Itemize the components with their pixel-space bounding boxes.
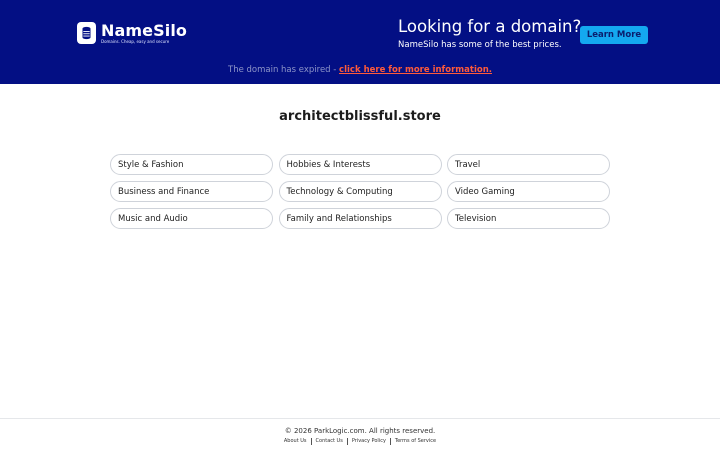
- privacy-policy-link[interactable]: Privacy Policy: [348, 438, 390, 445]
- learn-more-button[interactable]: Learn More: [580, 26, 648, 44]
- domain-name-title: architectblissful.store: [279, 109, 441, 124]
- expired-notice: The domain has expired - click here for …: [0, 64, 720, 76]
- category-grid: Style & Fashion Hobbies & Interests Trav…: [110, 154, 610, 229]
- category-link[interactable]: Technology & Computing: [278, 181, 442, 202]
- promo-subtext: NameSilo has some of the best prices.: [398, 40, 562, 50]
- logo-tagline: Domains. Cheap, easy and secure: [101, 39, 170, 44]
- category-link[interactable]: Hobbies & Interests: [278, 154, 442, 175]
- category-link[interactable]: Family and Relationships: [278, 208, 442, 229]
- expired-notice-text: The domain has expired -: [228, 65, 340, 75]
- more-information-link[interactable]: click here for more information.: [339, 65, 492, 75]
- category-link[interactable]: Business and Finance: [110, 181, 273, 202]
- category-link[interactable]: Television: [447, 208, 610, 229]
- promo-block: Looking for a domain? NameSilo has some …: [398, 16, 581, 51]
- header-banner: NameSilo Domains. Cheap, easy and secure…: [0, 0, 720, 84]
- footer-links: About Us Contact Us Privacy Policy Terms…: [0, 438, 720, 445]
- category-link[interactable]: Style & Fashion: [110, 154, 273, 175]
- category-link[interactable]: Travel: [447, 154, 610, 175]
- logo-badge-icon: [77, 22, 96, 44]
- copyright-text: © 2026 ParkLogic.com. All rights reserve…: [284, 427, 436, 435]
- terms-of-service-link[interactable]: Terms of Service: [391, 438, 440, 445]
- promo-heading: Looking for a domain?: [398, 17, 582, 36]
- contact-us-link[interactable]: Contact Us: [312, 438, 347, 445]
- category-link[interactable]: Video Gaming: [447, 181, 610, 202]
- namesilo-logo[interactable]: NameSilo Domains. Cheap, easy and secure: [77, 22, 187, 44]
- page-footer: © 2026 ParkLogic.com. All rights reserve…: [0, 418, 720, 450]
- category-link[interactable]: Music and Audio: [110, 208, 273, 229]
- logo-name: NameSilo: [101, 21, 187, 40]
- about-us-link[interactable]: About Us: [280, 438, 311, 445]
